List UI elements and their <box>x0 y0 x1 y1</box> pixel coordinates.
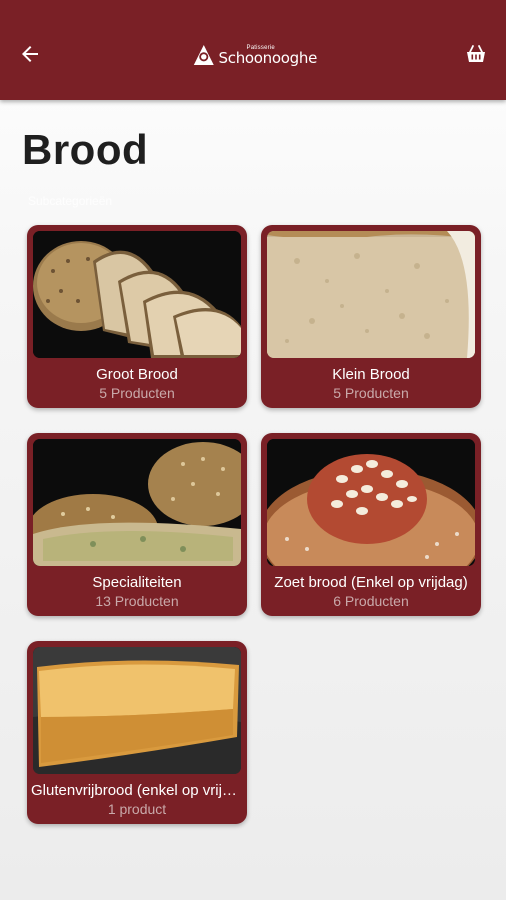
card-product-count: 1 product <box>107 801 167 817</box>
basket-icon <box>467 45 485 62</box>
category-card-glutenvrijbrood[interactable]: Glutenvrijbrood (enkel op vrijdag) 1 pro… <box>27 641 247 824</box>
cart-button[interactable] <box>462 40 490 68</box>
card-product-count: 6 Producten <box>333 593 409 609</box>
arrow-left-icon <box>22 46 38 62</box>
brand-logo: Patisserie Schoonooghe <box>192 40 317 70</box>
white-bread-crumb-image <box>267 231 475 358</box>
card-product-count: 5 Producten <box>333 385 409 401</box>
card-title: Glutenvrijbrood (enkel op vrijdag) <box>31 782 243 799</box>
gluten-free-loaf-image <box>33 647 241 774</box>
card-title: Zoet brood (Enkel op vrijdag) <box>274 574 468 591</box>
logo-name: Schoonooghe <box>218 48 318 67</box>
card-product-count: 5 Producten <box>99 385 175 401</box>
card-product-count: 13 Producten <box>95 593 179 609</box>
category-card-groot-brood[interactable]: Groot Brood 5 Producten <box>27 225 247 408</box>
category-card-zoet-brood[interactable]: Zoet brood (Enkel op vrijdag) 6 Producte… <box>261 433 481 616</box>
page-title: Brood <box>22 126 149 173</box>
specialty-loaves-image <box>33 439 241 566</box>
category-card-klein-brood[interactable]: Klein Brood 5 Producten <box>261 225 481 408</box>
app-bar: Patisserie Schoonooghe <box>0 0 506 100</box>
back-button[interactable] <box>14 38 46 70</box>
sliced-seeded-loaf-image <box>33 231 241 358</box>
category-card-specialiteiten[interactable]: Specialiteiten 13 Producten <box>27 433 247 616</box>
card-title: Specialiteiten <box>92 574 182 591</box>
card-title: Klein Brood <box>332 366 410 383</box>
section-subtitle: Subcategorieën <box>28 194 113 208</box>
chef-hat-logo-icon <box>193 45 214 65</box>
card-title: Groot Brood <box>96 366 178 383</box>
sweet-bread-with-almonds-image <box>267 439 475 566</box>
